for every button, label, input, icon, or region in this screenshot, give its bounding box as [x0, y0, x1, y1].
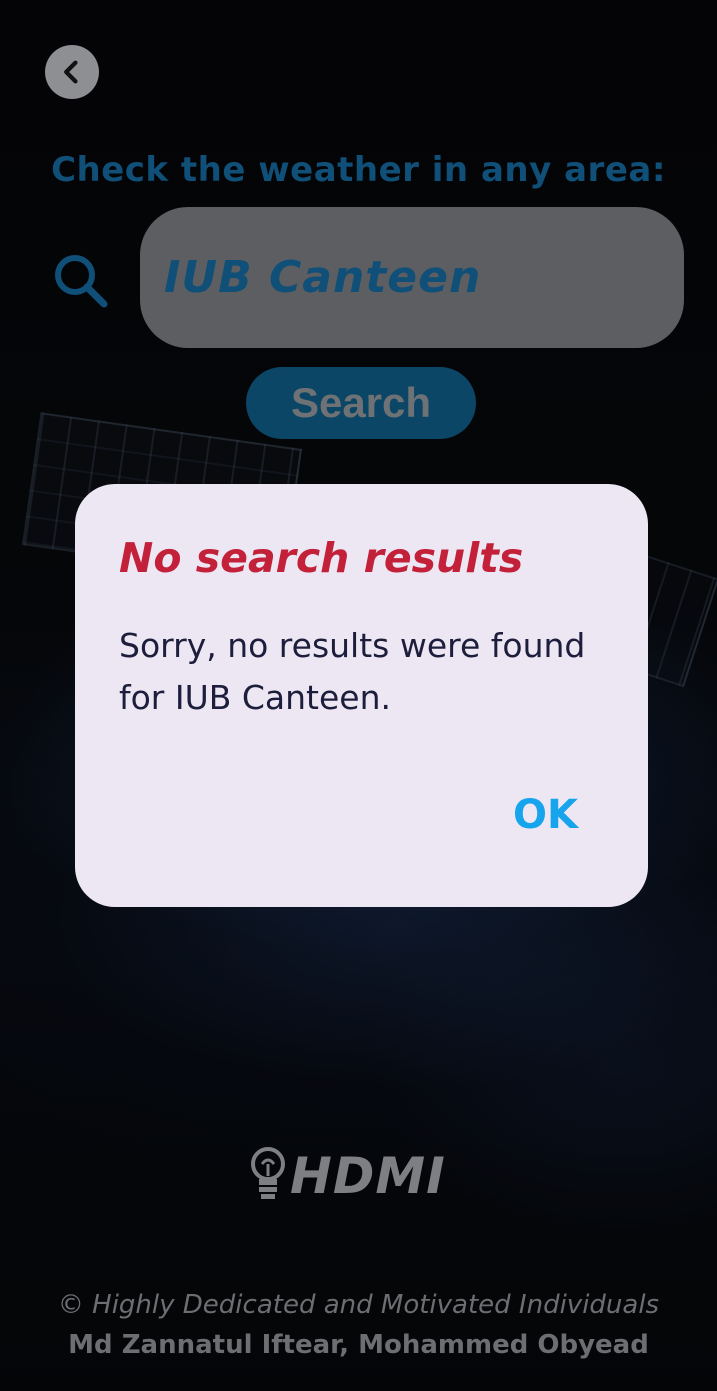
no-results-dialog: No search results Sorry, no results were… [75, 484, 648, 907]
search-icon [55, 255, 108, 308]
search-input[interactable]: IUB Canteen [140, 207, 684, 348]
search-input-value: IUB Canteen [164, 252, 482, 303]
page-headline: Check the weather in any area: [51, 150, 666, 190]
back-button[interactable] [45, 45, 99, 99]
search-button[interactable]: Search [246, 367, 476, 439]
dialog-title: No search results [119, 534, 524, 582]
chevron-left-icon [64, 60, 78, 84]
lightbulb-icon [251, 1147, 285, 1199]
footer-copyright: © Highly Dedicated and Motivated Individ… [57, 1290, 660, 1320]
logo-text: HDMI [290, 1147, 446, 1205]
dialog-message: Sorry, no results were found for IUB Can… [119, 626, 586, 717]
hdmi-logo: HDMI [248, 1146, 472, 1206]
ok-button[interactable]: OK [513, 792, 578, 838]
footer-authors: Md Zannatul Iftear, Mohammed Obyead [68, 1330, 649, 1360]
